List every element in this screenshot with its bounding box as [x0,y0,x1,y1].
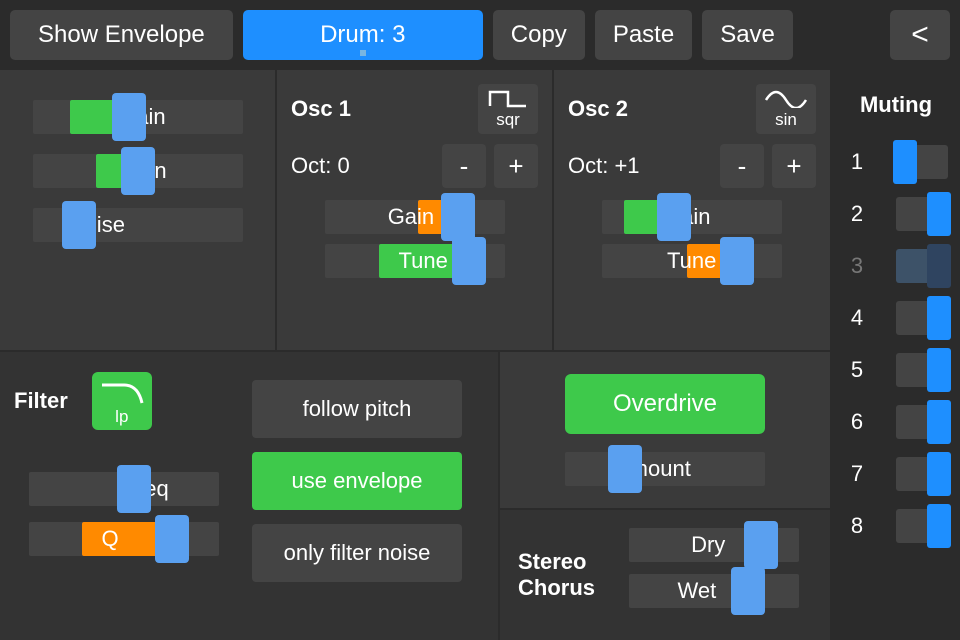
drum-selector-button[interactable]: Drum: 3 [243,10,483,60]
chorus-panel: Stereo Chorus Dry Wet [500,510,830,640]
osc1-tune-slider[interactable]: Tune [325,244,505,278]
muting-list: 1 2 3 4 5 6 7 8 [842,136,950,552]
mute-switch-7[interactable] [896,457,948,491]
osc1-oct-minus-button[interactable]: - [442,144,486,188]
mute-row-3: 3 [842,240,950,292]
mute-switch-4[interactable] [896,301,948,335]
mute-num: 6 [844,409,870,435]
osc2-panel: Osc 2 sin Oct: +1 - + Gain T [554,70,830,350]
overdrive-button[interactable]: Overdrive [565,374,765,434]
mute-row-7: 7 [842,448,950,500]
osc2-title: Osc 2 [568,96,628,122]
save-button[interactable]: Save [702,10,793,60]
mute-num: 8 [844,513,870,539]
topbar: Show Envelope Drum: 3 Copy Paste Save [0,0,830,70]
chorus-title-1: Stereo [518,549,595,575]
mute-row-8: 8 [842,500,950,552]
muting-panel: < Muting 1 2 3 4 5 6 7 8 [830,0,960,640]
mute-switch-6[interactable] [896,405,948,439]
mute-switch-8[interactable] [896,509,948,543]
paste-button[interactable]: Paste [595,10,692,60]
osc1-gain-slider[interactable]: Gain [325,200,505,234]
chorus-title-2: Chorus [518,575,595,601]
filter-freq-slider[interactable]: Freq [29,472,219,506]
osc1-wave-button[interactable]: sqr [478,84,538,134]
mute-row-4: 4 [842,292,950,344]
osc2-gain-slider[interactable]: Gain [602,200,782,234]
mute-num: 7 [844,461,870,487]
osc1-oct-plus-button[interactable]: + [494,144,538,188]
osc2-oct-label: Oct: +1 [568,153,658,179]
mute-row-1: 1 [842,136,950,188]
filter-panel: Filter lp Freq Q follow pitch use envelo… [0,352,498,640]
mute-row-2: 2 [842,188,950,240]
overdrive-amount-slider[interactable]: Amount [565,452,765,486]
only-filter-noise-toggle[interactable]: only filter noise [252,524,462,582]
mute-switch-5[interactable] [896,353,948,387]
filter-type-button[interactable]: lp [92,372,152,430]
chorus-wet-slider[interactable]: Wet [629,574,799,608]
follow-pitch-toggle[interactable]: follow pitch [252,380,462,438]
filter-title: Filter [14,388,68,414]
osc2-wave-label: sin [775,110,797,130]
osc1-oct-label: Oct: 0 [291,153,371,179]
drum-selector-indicator-icon [360,50,366,56]
copy-button[interactable]: Copy [493,10,585,60]
filter-q-slider[interactable]: Q [29,522,219,556]
master-noise-slider[interactable]: Noise [33,208,243,242]
chorus-dry-slider[interactable]: Dry [629,528,799,562]
back-button[interactable]: < [890,10,950,60]
mute-num: 1 [844,149,870,175]
osc1-panel: Osc 1 sqr Oct: 0 - + Gain Tu [277,70,552,350]
mute-row-5: 5 [842,344,950,396]
osc2-wave-button[interactable]: sin [756,84,816,134]
mute-switch-2[interactable] [896,197,948,231]
master-pan-slider[interactable]: Pan [33,154,243,188]
lowpass-icon [98,377,146,407]
mute-num: 3 [844,253,870,279]
sine-wave-icon [764,88,808,108]
master-gain-slider[interactable]: Gain [33,100,243,134]
osc1-wave-label: sqr [496,110,520,130]
osc2-tune-slider[interactable]: Tune [602,244,782,278]
show-envelope-button[interactable]: Show Envelope [10,10,233,60]
osc2-oct-plus-button[interactable]: + [772,144,816,188]
mute-switch-3 [896,249,948,283]
drum-label: Drum: 3 [320,21,405,49]
mute-row-6: 6 [842,396,950,448]
use-envelope-toggle[interactable]: use envelope [252,452,462,510]
mute-switch-1[interactable] [896,145,948,179]
mute-num: 5 [844,357,870,383]
square-wave-icon [486,88,530,108]
overdrive-panel: Overdrive Amount [500,352,830,508]
master-panel: Gain Pan Noise [0,70,275,350]
filter-type-label: lp [115,407,128,427]
osc1-title: Osc 1 [291,96,351,122]
mute-num: 4 [844,305,870,331]
muting-title: Muting [842,92,950,118]
mute-num: 2 [844,201,870,227]
osc2-oct-minus-button[interactable]: - [720,144,764,188]
